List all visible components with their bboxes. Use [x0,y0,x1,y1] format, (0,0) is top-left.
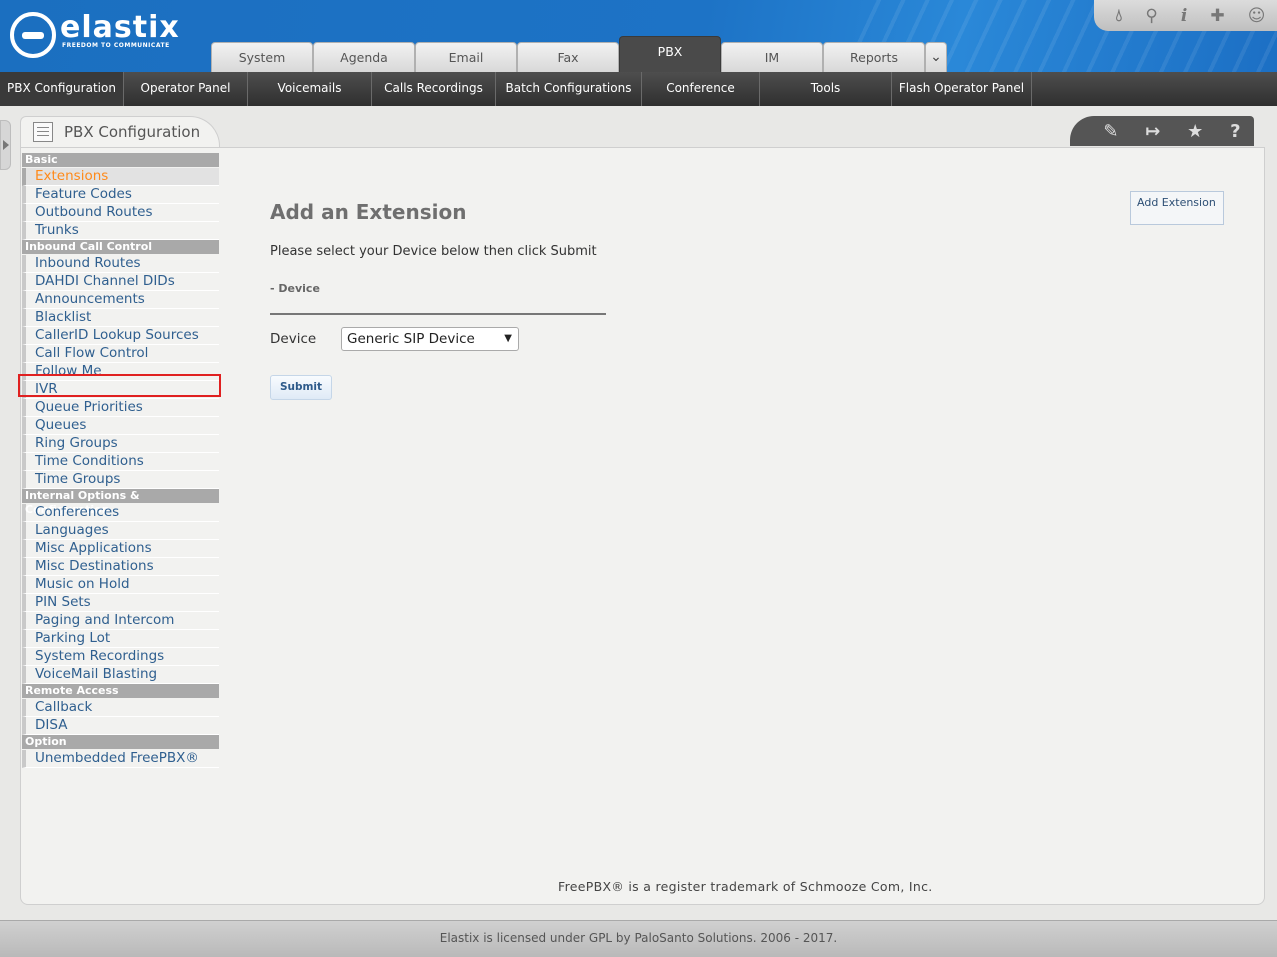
device-select-value: Generic SIP Device [347,331,475,347]
sidebar-item-pin-sets[interactable]: PIN Sets [22,594,219,612]
panel-title: PBX Configuration [64,123,201,141]
logo-text: elastix [60,10,180,45]
sidebar-section-option: Option [22,735,219,749]
submenu-tools[interactable]: Tools [760,72,892,106]
submenu-conference[interactable]: Conference [642,72,760,106]
elastix-logo[interactable]: elastix FREEDOM TO COMMUNICATE [10,10,190,62]
sidebar-item-extensions[interactable]: Extensions [22,168,219,186]
tab-pbx[interactable]: PBX [619,36,721,72]
header-tools: 💧︎ ⚲ i ✚ ☺ [1094,0,1277,31]
sidebar-item-music-on-hold[interactable]: Music on Hold [22,576,219,594]
trademark-text: FreePBX® is a register trademark of Schm… [558,879,933,894]
tab-reports[interactable]: Reports [823,42,925,72]
puzzle-icon[interactable]: ✚ [1210,6,1224,26]
section-device-header[interactable]: - Device [270,282,320,295]
sidebar-item-system-recordings[interactable]: System Recordings [22,648,219,666]
star-icon[interactable]: ★ [1187,121,1203,142]
chevron-down-icon: ▼ [504,333,512,344]
header-bar: elastix FREEDOM TO COMMUNICATE System Age… [0,0,1277,72]
submenu-pbx-configuration[interactable]: PBX Configuration [0,72,124,106]
sidebar-item-callback[interactable]: Callback [22,699,219,717]
sidebar-section-basic: Basic [22,153,219,167]
sidebar-item-blacklist[interactable]: Blacklist [22,309,219,327]
submenu-batch-configurations[interactable]: Batch Configurations [496,72,642,106]
sidebar-item-conferences[interactable]: Conferences [22,504,219,522]
search-icon[interactable]: ⚲ [1145,6,1157,26]
sidebar-item-time-groups[interactable]: Time Groups [22,471,219,489]
sidebar-item-time-conditions[interactable]: Time Conditions [22,453,219,471]
logo-tagline: FREEDOM TO COMMUNICATE [62,42,170,49]
section-divider [270,313,606,315]
sidebar-item-misc-destinations[interactable]: Misc Destinations [22,558,219,576]
tab-agenda[interactable]: Agenda [313,42,415,72]
submenu-calls-recordings[interactable]: Calls Recordings [372,72,496,106]
sidebar-item-feature-codes[interactable]: Feature Codes [22,186,219,204]
page-title: Add an Extension [270,200,467,224]
panel-title-tab: PBX Configuration [20,116,220,148]
user-icon[interactable]: ☺ [1248,6,1266,26]
info-icon[interactable]: i [1181,6,1187,26]
sidebar-item-disa[interactable]: DISA [22,717,219,735]
tab-email[interactable]: Email [415,42,517,72]
sidebar-item-announcements[interactable]: Announcements [22,291,219,309]
sidebar-item-inbound-routes[interactable]: Inbound Routes [22,255,219,273]
sidebar-item-outbound-routes[interactable]: Outbound Routes [22,204,219,222]
sidebar-item-unembedded-freepbx[interactable]: Unembedded FreePBX® [22,750,219,768]
sidebar: Basic Extensions Feature Codes Outbound Rou… [22,153,219,768]
add-extension-link[interactable]: Add Extension [1130,191,1224,225]
tab-system[interactable]: System [211,42,313,72]
submenu-operator-panel[interactable]: Operator Panel [124,72,248,106]
submit-button[interactable]: Submit [270,375,332,400]
logout-icon[interactable]: ↦ [1145,121,1160,142]
tabs-more-chevron-icon[interactable]: ⌄ [925,42,947,72]
sidebar-section-inbound-call-control: Inbound Call Control [22,240,219,254]
sidebar-item-voicemail-blasting[interactable]: VoiceMail Blasting [22,666,219,684]
sidebar-section-remote-access: Remote Access [22,684,219,698]
tab-fax[interactable]: Fax [517,42,619,72]
tab-im[interactable]: IM [721,42,823,72]
instruction-text: Please select your Device below then cli… [270,244,597,259]
sidebar-item-dahdi-channel-dids[interactable]: DAHDI Channel DIDs [22,273,219,291]
sidebar-item-parking-lot[interactable]: Parking Lot [22,630,219,648]
submenu-voicemails[interactable]: Voicemails [248,72,372,106]
sidebar-item-queues[interactable]: Queues [22,417,219,435]
sidebar-item-paging-and-intercom[interactable]: Paging and Intercom [22,612,219,630]
device-label: Device [270,331,317,347]
panel-tools: ✎ ↦ ★ ? [1070,116,1254,146]
logo-mark [10,12,56,58]
edit-icon[interactable]: ✎ [1103,121,1118,142]
sidebar-item-trunks[interactable]: Trunks [22,222,219,240]
sidebar-item-queue-priorities[interactable]: Queue Priorities [22,399,219,417]
sidebar-item-callerid-lookup-sources[interactable]: CallerID Lookup Sources [22,327,219,345]
sidebar-toggle[interactable] [0,120,11,170]
sidebar-item-call-flow-control[interactable]: Call Flow Control [22,345,219,363]
top-tabs: System Agenda Email Fax PBX IM Reports ⌄ [211,36,947,72]
sub-menu: PBX Configuration Operator Panel Voicemail… [0,72,1277,106]
submenu-flash-operator-panel[interactable]: Flash Operator Panel [892,72,1032,106]
sidebar-item-ring-groups[interactable]: Ring Groups [22,435,219,453]
document-icon [33,122,53,142]
sidebar-item-languages[interactable]: Languages [22,522,219,540]
sidebar-section-internal-options-configuration: Internal Options & Configuration [22,489,219,516]
help-icon[interactable]: ? [1230,121,1240,142]
footer: Elastix is licensed under GPL by PaloSan… [0,920,1277,957]
device-select[interactable]: Generic SIP Device ▼ [341,327,519,351]
droplet-icon[interactable]: 💧︎ [1116,6,1123,26]
sidebar-item-misc-applications[interactable]: Misc Applications [22,540,219,558]
follow-me-highlight-box [18,374,221,397]
